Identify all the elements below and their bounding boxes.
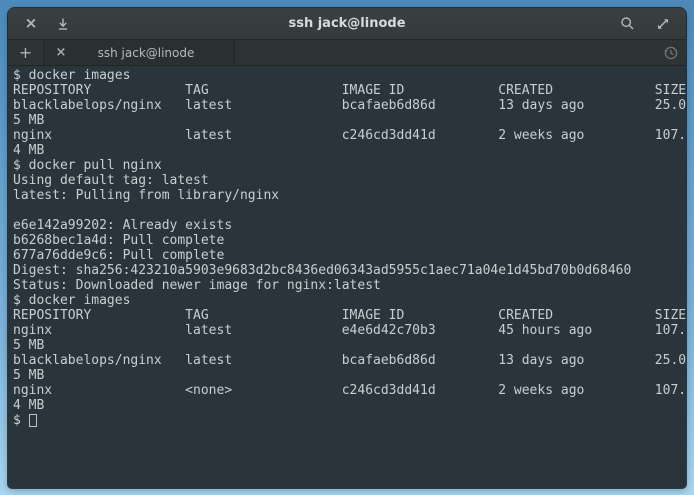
- plus-icon: +: [19, 43, 32, 62]
- history-clock-icon: [663, 45, 679, 61]
- terminal-prompt-line: $: [13, 413, 686, 428]
- pulldown-terminal-button[interactable]: [52, 13, 74, 35]
- terminal-screen[interactable]: $ docker images REPOSITORY TAG IMAGE ID …: [8, 66, 686, 488]
- session-history-button[interactable]: [656, 40, 686, 65]
- tab-ssh-session[interactable]: × ssh jack@linode: [44, 40, 235, 65]
- tab-label: ssh jack@linode: [80, 46, 226, 60]
- download-arrow-icon: [56, 17, 70, 31]
- search-icon: [620, 16, 635, 31]
- close-window-button[interactable]: ×: [20, 13, 42, 35]
- titlebar[interactable]: × ssh jack@linode: [8, 8, 686, 40]
- terminal-output: $ docker images REPOSITORY TAG IMAGE ID …: [13, 68, 686, 413]
- terminal-cursor: [29, 414, 37, 427]
- new-tab-button[interactable]: +: [8, 40, 44, 65]
- search-button[interactable]: [616, 13, 638, 35]
- close-icon: ×: [25, 16, 38, 31]
- window-title: ssh jack@linode: [8, 16, 686, 31]
- tab-bar: + × ssh jack@linode: [8, 40, 686, 66]
- expand-arrows-icon: [656, 17, 670, 31]
- terminal-window: × ssh jack@linode: [8, 8, 686, 488]
- maximize-button[interactable]: [652, 13, 674, 35]
- shell-prompt: $: [13, 413, 29, 428]
- tab-close-icon[interactable]: ×: [52, 46, 70, 59]
